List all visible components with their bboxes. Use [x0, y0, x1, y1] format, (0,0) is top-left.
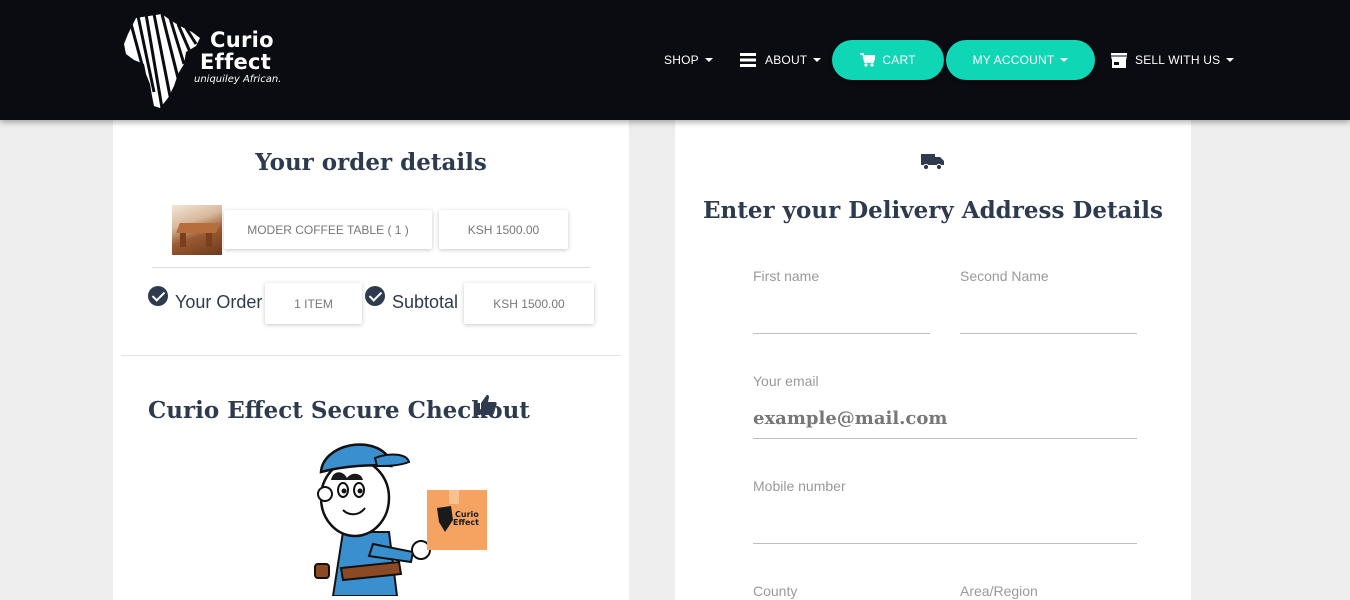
first-name-label: First name	[753, 268, 820, 284]
divider	[121, 355, 621, 356]
check-circle-icon	[148, 286, 168, 306]
your-order-label: Your Order	[175, 292, 263, 312]
order-details-title: Your order details	[255, 149, 487, 176]
delivery-title: Enter your Delivery Address Details	[703, 197, 1163, 224]
my-account-label: MY ACCOUNT	[972, 53, 1055, 67]
order-details-panel: Your order details MODER COFFEE TABLE ( …	[113, 120, 629, 600]
subtotal-label: Subtotal	[392, 292, 459, 312]
chevron-down-icon	[1226, 58, 1235, 62]
box-brand-line-2: Effect	[453, 518, 479, 527]
divider	[152, 267, 590, 268]
subtotal-value-chip: KSH 1500.00	[464, 283, 594, 324]
brand-logo[interactable]: Curio Effect uniquiley African.	[122, 12, 302, 110]
second-name-underline	[960, 333, 1137, 334]
chevron-down-icon	[813, 58, 822, 62]
area-region-label: Area/Region	[960, 583, 1038, 599]
cart-button[interactable]: CART	[832, 40, 944, 80]
secure-checkout-title: Curio Effect Secure Checkout	[148, 397, 530, 424]
thumbs-up-icon	[475, 394, 497, 415]
cart-icon	[860, 53, 876, 67]
brand-line-2: Effect	[200, 50, 272, 74]
delivery-man-illustration: Curio Effect	[314, 443, 487, 596]
store-icon	[1111, 52, 1127, 68]
nav-shop-label: SHOP	[664, 53, 699, 67]
truck-icon	[921, 154, 944, 170]
delivery-address-panel: Enter your Delivery Address Details Firs…	[675, 120, 1191, 600]
county-label: County	[753, 583, 798, 599]
my-account-dropdown[interactable]: MY ACCOUNT	[946, 40, 1095, 80]
brand-tagline: uniquiley African.	[194, 74, 282, 85]
items-count-chip: 1 ITEM	[265, 283, 362, 324]
email-label: Your email	[753, 373, 819, 389]
product-price-chip: KSH 1500.00	[439, 210, 568, 249]
mobile-underline	[753, 543, 1137, 544]
product-name-chip: MODER COFFEE TABLE ( 1 )	[224, 210, 432, 249]
mobile-label: Mobile number	[753, 478, 846, 494]
first-name-underline	[753, 333, 930, 334]
nav-shop-dropdown[interactable]: SHOP	[664, 40, 713, 80]
first-name-field[interactable]	[753, 300, 930, 332]
sell-with-us-label: SELL WITH US	[1135, 53, 1221, 67]
africa-map-logo-icon	[124, 13, 200, 109]
nav-about-label: ABOUT	[765, 53, 808, 67]
top-navbar: Curio Effect uniquiley African. SHOP ABO…	[0, 0, 1350, 120]
check-circle-icon	[365, 286, 385, 306]
menu-icon	[740, 53, 756, 67]
product-thumbnail[interactable]	[172, 205, 222, 255]
sell-with-us-dropdown[interactable]: SELL WITH US	[1111, 40, 1235, 80]
chevron-down-icon	[1060, 58, 1069, 62]
brand-line-1: Curio	[210, 28, 274, 52]
second-name-label: Second Name	[960, 268, 1049, 284]
nav-about-dropdown[interactable]: ABOUT	[740, 40, 822, 80]
email-field[interactable]	[753, 402, 1137, 434]
email-underline	[753, 438, 1137, 439]
second-name-field[interactable]	[960, 300, 1137, 332]
chevron-down-icon	[704, 58, 713, 62]
cart-label: CART	[882, 53, 916, 67]
mobile-field[interactable]	[753, 510, 1137, 542]
